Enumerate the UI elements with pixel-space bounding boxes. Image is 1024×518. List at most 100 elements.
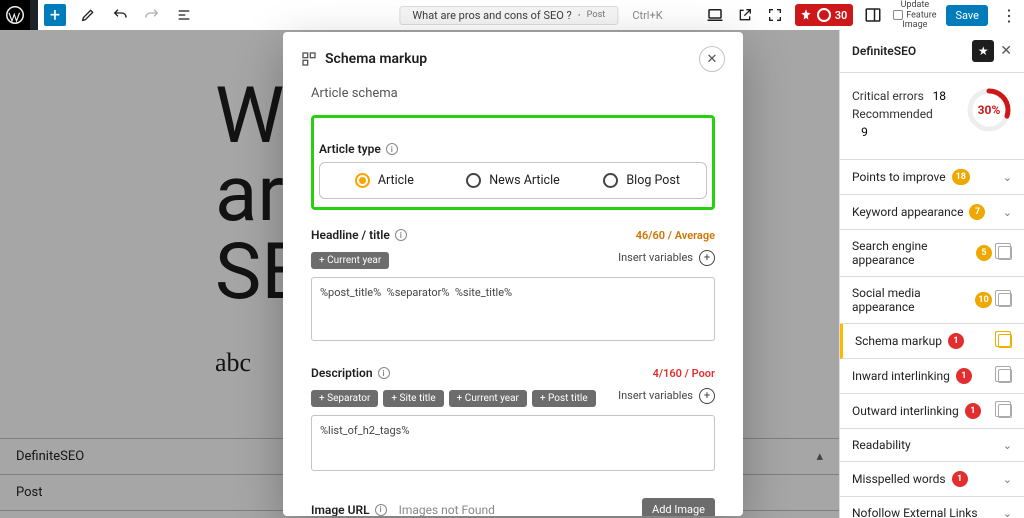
insert-variables-button[interactable]: Insert variables + <box>618 388 715 404</box>
radio-blog-post[interactable]: Blog Post <box>577 163 706 198</box>
image-url-row: Image URL i Images not Found Add Image <box>311 498 715 516</box>
chevron-down-icon: ⌄ <box>1003 206 1012 219</box>
count-badge: 1 <box>965 403 981 419</box>
radio-article[interactable]: Article <box>320 163 449 198</box>
description-meter: 4/160 / Poor <box>653 367 715 380</box>
sidebar-item-label: Misspelled words <box>852 472 946 486</box>
sidebar-header: DefiniteSEO ★ ✕ <box>840 30 1024 73</box>
modal-body: Article schema Article type i Article Ne… <box>283 82 743 516</box>
sidebar-item-label: Search engine appearance <box>852 239 970 267</box>
field-label-image-url: Image URL i <box>311 503 387 517</box>
save-button[interactable]: Save <box>946 5 988 26</box>
sidebar-item-label: Social media appearance <box>852 286 969 314</box>
keyboard-shortcut: Ctrl+K <box>632 9 662 22</box>
chevron-down-icon: ⌄ <box>1003 473 1012 486</box>
edit-icon[interactable] <box>78 5 98 25</box>
info-icon[interactable]: i <box>378 367 390 379</box>
copy-icon[interactable] <box>998 246 1012 260</box>
sidebar-item-label: Inward interlinking <box>852 369 950 383</box>
count-badge: 18 <box>952 169 970 185</box>
external-link-icon[interactable] <box>735 5 755 25</box>
toolbar-left: + <box>44 4 194 26</box>
block-inserter-button[interactable]: + <box>44 4 66 26</box>
sidebar-item-misspelled-words[interactable]: Misspelled words 1 ⌄ <box>840 462 1024 497</box>
chip-post-title[interactable]: + Post title <box>532 390 596 407</box>
count-badge: 1 <box>956 368 972 384</box>
article-type-highlight: Article type i Article News Article Blog… <box>311 115 715 210</box>
score-ring-icon <box>817 8 831 22</box>
checkbox-icon[interactable] <box>893 10 903 20</box>
count-badge: 1 <box>952 471 968 487</box>
copy-icon[interactable] <box>998 404 1012 418</box>
chip-current-year[interactable]: + Current year <box>449 390 527 407</box>
chip-separator[interactable]: + Separator <box>311 390 378 407</box>
update-feature-image-toggle[interactable]: Update Feature Image <box>893 0 936 30</box>
description-input[interactable] <box>311 415 715 471</box>
article-type-radio-group: Article News Article Blog Post <box>319 162 707 199</box>
undo-icon[interactable] <box>110 5 130 25</box>
sidebar-item-label: Nofollow External Links <box>852 506 978 518</box>
chevron-down-icon: ⌄ <box>1003 439 1012 452</box>
sidebar-item-label: Outward interlinking <box>852 404 959 418</box>
chip-current-year[interactable]: + Current year <box>311 252 389 269</box>
chevron-down-icon: ⌄ <box>1003 171 1012 184</box>
star-icon[interactable]: ★ <box>972 40 994 62</box>
modal-title: Schema markup <box>325 51 427 67</box>
sidebar-item-outward-interlinking[interactable]: Outward interlinking 1 <box>840 394 1024 429</box>
headline-input[interactable] <box>311 277 715 341</box>
sidebar-item-search-engine-appearance[interactable]: Search engine appearance5 <box>840 230 1024 277</box>
chip-site-title[interactable]: + Site title <box>383 390 443 407</box>
score-donut: 30% <box>966 87 1012 133</box>
copy-icon[interactable] <box>998 369 1012 383</box>
sidebar-item-label: Readability <box>852 438 911 452</box>
insert-variables-button[interactable]: Insert variables + <box>618 250 715 266</box>
more-options-icon[interactable]: ⋮ <box>998 5 1018 25</box>
sidebar-toggle-icon[interactable] <box>863 5 883 25</box>
sidebar-item-label: Keyword appearance <box>852 205 963 219</box>
toolbar-right: 30 Update Feature Image Save ⋮ <box>705 0 1018 30</box>
details-icon[interactable] <box>174 5 194 25</box>
modal-close-button[interactable]: ✕ <box>699 46 725 72</box>
breadcrumb-type: Post <box>587 10 606 20</box>
schema-icon <box>301 51 317 67</box>
info-icon[interactable]: i <box>375 504 387 516</box>
sidebar-accordion: Points to improve 18 ⌄ Keyword appearance 7 ⌄… <box>840 160 1024 518</box>
section-label: Article schema <box>311 86 715 101</box>
sidebar-item-readability[interactable]: Readability ⌄ <box>840 429 1024 462</box>
count-badge: 1 <box>948 333 964 349</box>
plus-circle-icon: + <box>699 250 715 266</box>
field-label-headline: Headline / title i <box>311 228 407 242</box>
seo-score-badge[interactable]: 30 <box>795 4 854 26</box>
sidebar-item-keyword-appearance[interactable]: Keyword appearance 7 ⌄ <box>840 195 1024 230</box>
copy-icon[interactable] <box>998 293 1012 307</box>
copy-icon[interactable] <box>998 334 1012 348</box>
field-label-article-type: Article type i <box>319 142 707 156</box>
breadcrumb-title: What are pros and cons of SEO ? <box>412 9 571 22</box>
laptop-view-icon[interactable] <box>705 5 725 25</box>
radio-icon <box>466 173 481 188</box>
sidebar-item-social-media-appearance[interactable]: Social media appearance 10 <box>840 277 1024 324</box>
close-icon[interactable]: ✕ <box>1000 43 1012 59</box>
sidebar-item-label: Points to improve <box>852 170 946 184</box>
sidebar-item-schema-markup[interactable]: Schema markup 1 <box>840 324 1024 359</box>
redo-icon[interactable] <box>142 5 162 25</box>
count-badge: 7 <box>969 204 985 220</box>
sidebar-item-nofollow-external-links[interactable]: Nofollow External Links⌄ <box>840 497 1024 518</box>
count-badge: 10 <box>975 292 992 308</box>
wordpress-logo-icon[interactable] <box>0 0 30 30</box>
score-value: 30 <box>835 9 848 22</box>
fullscreen-icon[interactable] <box>765 5 785 25</box>
info-icon[interactable]: i <box>386 143 398 155</box>
radio-icon <box>355 173 370 188</box>
info-icon[interactable]: i <box>395 229 407 241</box>
headline-meter: 46/60 / Average <box>636 229 715 242</box>
add-image-button[interactable]: Add Image <box>642 498 715 516</box>
toolbar-breadcrumb[interactable]: What are pros and cons of SEO ? · Post C… <box>399 6 662 25</box>
sidebar-item-inward-interlinking[interactable]: Inward interlinking 1 <box>840 359 1024 394</box>
sidebar-item-points-to-improve[interactable]: Points to improve 18 ⌄ <box>840 160 1024 195</box>
radio-icon <box>603 173 618 188</box>
radio-news-article[interactable]: News Article <box>449 163 578 198</box>
score-percent: 30% <box>966 87 1012 133</box>
editor-toolbar: + What are pros and cons of SEO ? · Post… <box>38 0 1024 30</box>
sidebar-item-label: Schema markup <box>855 334 942 348</box>
